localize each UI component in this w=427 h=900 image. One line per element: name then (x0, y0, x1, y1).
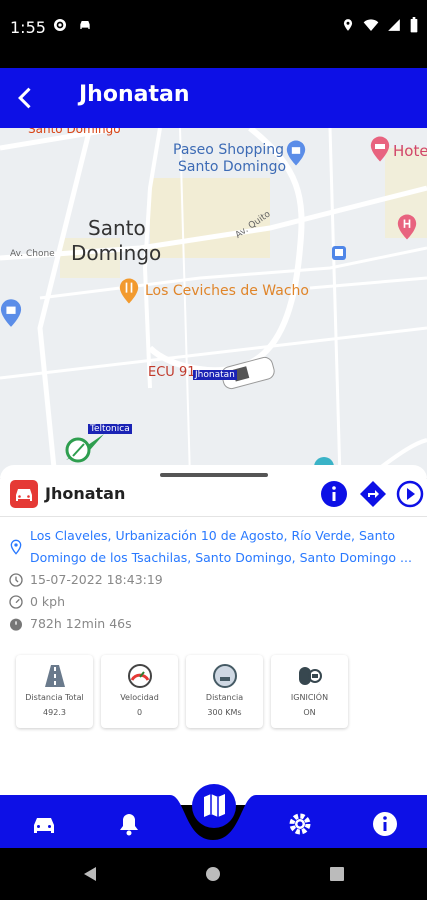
signal-icon (388, 19, 400, 31)
map-label-santo: Santo (88, 216, 146, 240)
bottom-nav (0, 784, 427, 848)
map-label-av-chone: Av. Chone (10, 249, 55, 259)
app-bar: Jhonatan (0, 68, 427, 128)
vehicle-tag: Jhonatan (193, 370, 237, 380)
card-label: Velocidad (120, 693, 159, 702)
sheet-handle[interactable] (160, 473, 268, 477)
map-label-domingo: Domingo (71, 241, 162, 265)
address-row: Los Claveles, Urbanización 10 de Agosto,… (8, 525, 415, 569)
map-roads (0, 128, 427, 478)
store-pin-icon[interactable] (0, 298, 22, 328)
map-label-santo-domingo-top: Santo Domingo (28, 128, 121, 136)
odometer-icon (213, 664, 237, 688)
settings-icon (54, 19, 66, 31)
page-title: Jhonatan (79, 82, 190, 107)
battery-icon (410, 17, 418, 33)
card-value: 492.3 (43, 708, 66, 717)
ignition-card[interactable]: IGNICIÓN ON (271, 655, 348, 728)
speed-row: 0 kph (8, 594, 65, 610)
bus-stop-icon[interactable] (332, 246, 346, 260)
card-label: IGNICIÓN (290, 693, 329, 702)
card-label: Distancia (205, 693, 244, 702)
status-bar: 1:55 (0, 0, 427, 68)
duration-text: 782h 12min 46s (30, 616, 132, 631)
info-button[interactable] (320, 480, 348, 508)
vehicle-name: Jhonatan (45, 484, 126, 503)
vehicles-nav-icon[interactable] (30, 810, 58, 838)
map-label-paseo: Paseo Shopping (173, 142, 285, 158)
restaurant-pin-icon[interactable] (119, 278, 139, 304)
shopping-pin-icon[interactable] (286, 140, 306, 166)
system-nav-bar (0, 848, 427, 900)
recents-nav-icon[interactable] (330, 867, 344, 881)
back-icon[interactable] (12, 84, 40, 112)
speedometer-icon (9, 595, 23, 609)
home-nav-icon[interactable] (205, 866, 221, 882)
clock-icon (9, 573, 23, 587)
address-link[interactable]: Los Claveles, Urbanización 10 de Agosto,… (30, 525, 415, 569)
card-value: 0 (136, 708, 143, 717)
datetime-row: 15-07-2022 18:43:19 (8, 572, 163, 588)
vehicle-badge (10, 480, 38, 508)
map-nav-icon (204, 794, 225, 817)
ignition-icon (299, 667, 322, 685)
teltonica-marker-icon[interactable] (64, 430, 104, 464)
map-label-ceviches: Los Ceviches de Wacho (145, 283, 309, 299)
settings-nav-icon[interactable] (286, 810, 314, 838)
location-icon (343, 19, 353, 31)
map-label-ecu: ECU 91 (148, 365, 196, 380)
location-pin-icon (10, 539, 22, 555)
speed-gauge-icon (128, 664, 152, 688)
status-time: 1:55 (10, 18, 46, 37)
map-view[interactable]: Santo Domingo Paseo Shopping Santo Domin… (0, 128, 427, 478)
speed-card[interactable]: Velocidad 0 (101, 655, 178, 728)
directions-button[interactable] (359, 480, 387, 508)
distance-card[interactable]: Distancia 300 KMs (186, 655, 263, 728)
vehicle-info-sheet: Jhonatan Los Claveles, Urbanización 10 d… (0, 465, 427, 805)
play-button[interactable] (396, 480, 424, 508)
duration-row: 782h 12min 46s (8, 616, 132, 632)
notifications-nav-icon[interactable] (115, 810, 143, 838)
hospital-pin-icon[interactable] (397, 212, 417, 242)
map-nav-button[interactable] (192, 784, 236, 828)
card-value: 300 KMs (207, 708, 242, 717)
speed-text: 0 kph (30, 594, 66, 609)
hotel-pin-icon[interactable] (370, 136, 390, 162)
back-nav-icon[interactable] (82, 866, 98, 882)
car-status-icon (80, 21, 90, 29)
wifi-icon (363, 19, 379, 31)
datetime-text: 15-07-2022 18:43:19 (30, 572, 163, 587)
timer-icon (10, 618, 22, 631)
about-nav-icon[interactable] (371, 810, 399, 838)
road-icon (45, 665, 65, 687)
distance-total-card[interactable]: Distancia Total 492.3 (16, 655, 93, 728)
map-label-paseo-2: Santo Domingo (178, 159, 287, 175)
card-label: Distancia Total (25, 693, 84, 702)
map-label-hotel: Hote (393, 142, 427, 160)
card-value: ON (303, 708, 316, 717)
divider (0, 516, 427, 517)
car-icon (16, 489, 32, 501)
